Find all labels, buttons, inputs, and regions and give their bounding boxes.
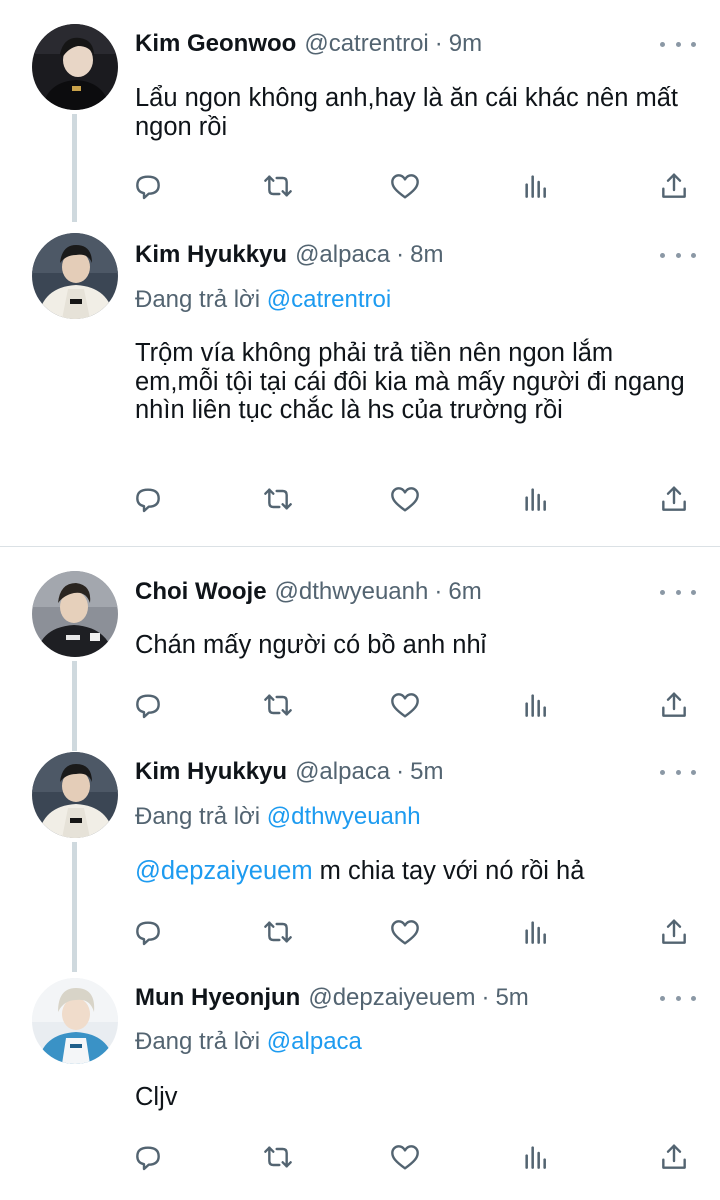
separator-dot: ·: [396, 758, 405, 785]
tweet-header: Mun Hyeonjun @depzaiyeuem · 5m: [135, 982, 529, 1014]
username[interactable]: @dthwyeuanh: [275, 578, 429, 606]
tweet-choi-wooje[interactable]: Choi Wooje @dthwyeuanh · 6m Chán mấy ngư…: [0, 547, 720, 751]
avatar[interactable]: [32, 571, 118, 657]
tweet-text-content: m chia tay với nó rồi hả: [312, 857, 585, 885]
tweet-text: Lẩu ngon không anh,hay là ăn cái khác nê…: [135, 84, 678, 141]
views-icon[interactable]: [518, 914, 554, 950]
more-icon[interactable]: [660, 582, 696, 602]
tweet-text: Trộm vía không phải trả tiền nên ngon lắ…: [135, 339, 685, 424]
username[interactable]: @catrentroi: [304, 30, 428, 58]
reply-icon[interactable]: [130, 914, 166, 950]
avatar[interactable]: [32, 233, 118, 319]
separator-dot: ·: [481, 984, 490, 1011]
separator-dot: ·: [434, 30, 443, 57]
retweet-icon[interactable]: [260, 168, 296, 204]
username[interactable]: @alpaca: [295, 758, 390, 786]
tweet-kim-hyukkyu-2[interactable]: Kim Hyukkyu @alpaca · 5m Đang trả lời @d…: [0, 747, 720, 972]
timestamp[interactable]: 9m: [449, 30, 482, 58]
more-icon[interactable]: [660, 762, 696, 782]
tweet-kim-geonwoo[interactable]: Kim Geonwoo @catrentroi · 9m Lẩu ngon kh…: [0, 0, 720, 225]
reply-icon[interactable]: [130, 168, 166, 204]
replying-to-label: Đang trả lời: [135, 1028, 267, 1055]
separator-dot: ·: [396, 241, 405, 268]
replying-to: Đang trả lời @alpaca: [135, 1028, 362, 1056]
retweet-icon[interactable]: [260, 914, 296, 950]
action-bar: [130, 1139, 700, 1175]
retweet-icon[interactable]: [260, 481, 296, 517]
username[interactable]: @depzaiyeuem: [308, 984, 475, 1012]
tweet-text: Cljv: [135, 1083, 178, 1111]
share-icon[interactable]: [656, 168, 692, 204]
username[interactable]: @alpaca: [295, 241, 390, 269]
action-bar: [130, 168, 700, 204]
replying-to-handle[interactable]: @dthwyeuanh: [267, 803, 421, 830]
more-icon[interactable]: [660, 245, 696, 265]
timestamp[interactable]: 8m: [410, 241, 443, 269]
tweet-header: Kim Geonwoo @catrentroi · 9m: [135, 28, 482, 60]
views-icon[interactable]: [518, 687, 554, 723]
avatar[interactable]: [32, 978, 118, 1064]
action-bar: [130, 481, 700, 517]
display-name[interactable]: Mun Hyeonjun: [135, 984, 300, 1012]
replying-to: Đang trả lời @catrentroi: [135, 286, 391, 314]
replying-to-label: Đang trả lời: [135, 803, 267, 830]
reply-icon[interactable]: [130, 687, 166, 723]
share-icon[interactable]: [656, 914, 692, 950]
tweet-text: Chán mấy người có bồ anh nhỉ: [135, 631, 487, 659]
tweet-header: Kim Hyukkyu @alpaca · 8m: [135, 239, 444, 271]
heart-icon[interactable]: [387, 481, 423, 517]
display-name[interactable]: Kim Geonwoo: [135, 30, 296, 58]
thread-line: [72, 114, 77, 222]
display-name[interactable]: Kim Hyukkyu: [135, 241, 287, 269]
more-icon[interactable]: [660, 988, 696, 1008]
tweet-header: Kim Hyukkyu @alpaca · 5m: [135, 756, 444, 788]
replying-to-handle[interactable]: @catrentroi: [267, 286, 391, 313]
retweet-icon[interactable]: [260, 687, 296, 723]
views-icon[interactable]: [518, 481, 554, 517]
more-icon[interactable]: [660, 34, 696, 54]
timestamp[interactable]: 5m: [410, 758, 443, 786]
thread-line: [72, 661, 77, 751]
views-icon[interactable]: [518, 168, 554, 204]
timestamp[interactable]: 5m: [495, 984, 528, 1012]
replying-to-label: Đang trả lời: [135, 286, 267, 313]
display-name[interactable]: Kim Hyukkyu: [135, 758, 287, 786]
tweet-text: @depzaiyeuem m chia tay với nó rồi hả: [135, 857, 695, 886]
separator-dot: ·: [434, 578, 443, 605]
avatar[interactable]: [32, 24, 118, 110]
tweet-mun-hyeonjun[interactable]: Mun Hyeonjun @depzaiyeuem · 5m Đang trả …: [0, 972, 720, 1200]
heart-icon[interactable]: [387, 687, 423, 723]
heart-icon[interactable]: [387, 1139, 423, 1175]
share-icon[interactable]: [656, 481, 692, 517]
thread-line: [72, 842, 77, 972]
heart-icon[interactable]: [387, 914, 423, 950]
heart-icon[interactable]: [387, 168, 423, 204]
replying-to: Đang trả lời @dthwyeuanh: [135, 803, 421, 831]
display-name[interactable]: Choi Wooje: [135, 578, 267, 606]
views-icon[interactable]: [518, 1139, 554, 1175]
tweet-kim-hyukkyu-1[interactable]: Kim Hyukkyu @alpaca · 8m Đang trả lời @c…: [0, 225, 720, 545]
mention-link[interactable]: @depzaiyeuem: [135, 857, 313, 885]
action-bar: [130, 914, 700, 950]
retweet-icon[interactable]: [260, 1139, 296, 1175]
avatar[interactable]: [32, 752, 118, 838]
action-bar: [130, 687, 700, 723]
replying-to-handle[interactable]: @alpaca: [267, 1028, 362, 1055]
reply-icon[interactable]: [130, 1139, 166, 1175]
reply-icon[interactable]: [130, 481, 166, 517]
tweet-header: Choi Wooje @dthwyeuanh · 6m: [135, 576, 482, 608]
share-icon[interactable]: [656, 1139, 692, 1175]
share-icon[interactable]: [656, 687, 692, 723]
timestamp[interactable]: 6m: [448, 578, 481, 606]
